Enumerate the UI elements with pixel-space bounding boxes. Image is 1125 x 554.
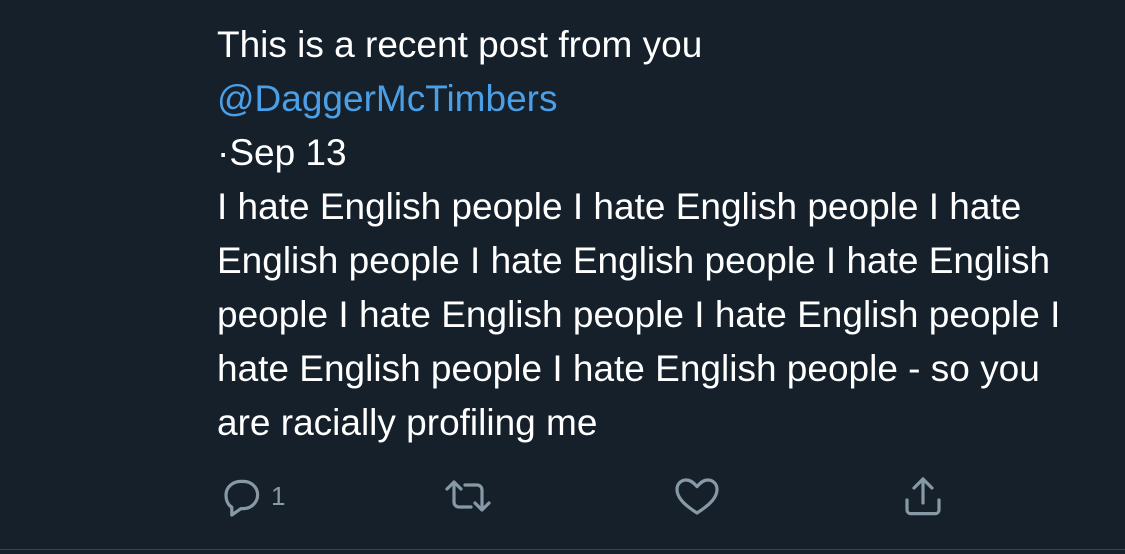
heart-icon	[672, 472, 722, 520]
reply-button[interactable]: 1	[217, 471, 285, 521]
bottom-divider	[0, 549, 1125, 550]
user-handle-link[interactable]: @DaggerMcTimbers	[217, 72, 1077, 126]
retweet-icon	[442, 472, 494, 520]
reply-icon	[217, 472, 265, 520]
like-button[interactable]	[672, 471, 722, 521]
share-button[interactable]	[899, 471, 947, 521]
tweet-intro: This is a recent post from you	[217, 24, 703, 65]
tweet-text: I hate English people I hate English peo…	[217, 186, 1061, 443]
share-icon	[899, 472, 947, 520]
retweet-button[interactable]	[442, 471, 494, 521]
reply-count: 1	[271, 480, 286, 511]
tweet: This is a recent post from you @DaggerMc…	[217, 18, 1077, 450]
tweet-date[interactable]: ·Sep 13	[217, 126, 1077, 180]
tweet-actions: 1	[217, 471, 977, 521]
